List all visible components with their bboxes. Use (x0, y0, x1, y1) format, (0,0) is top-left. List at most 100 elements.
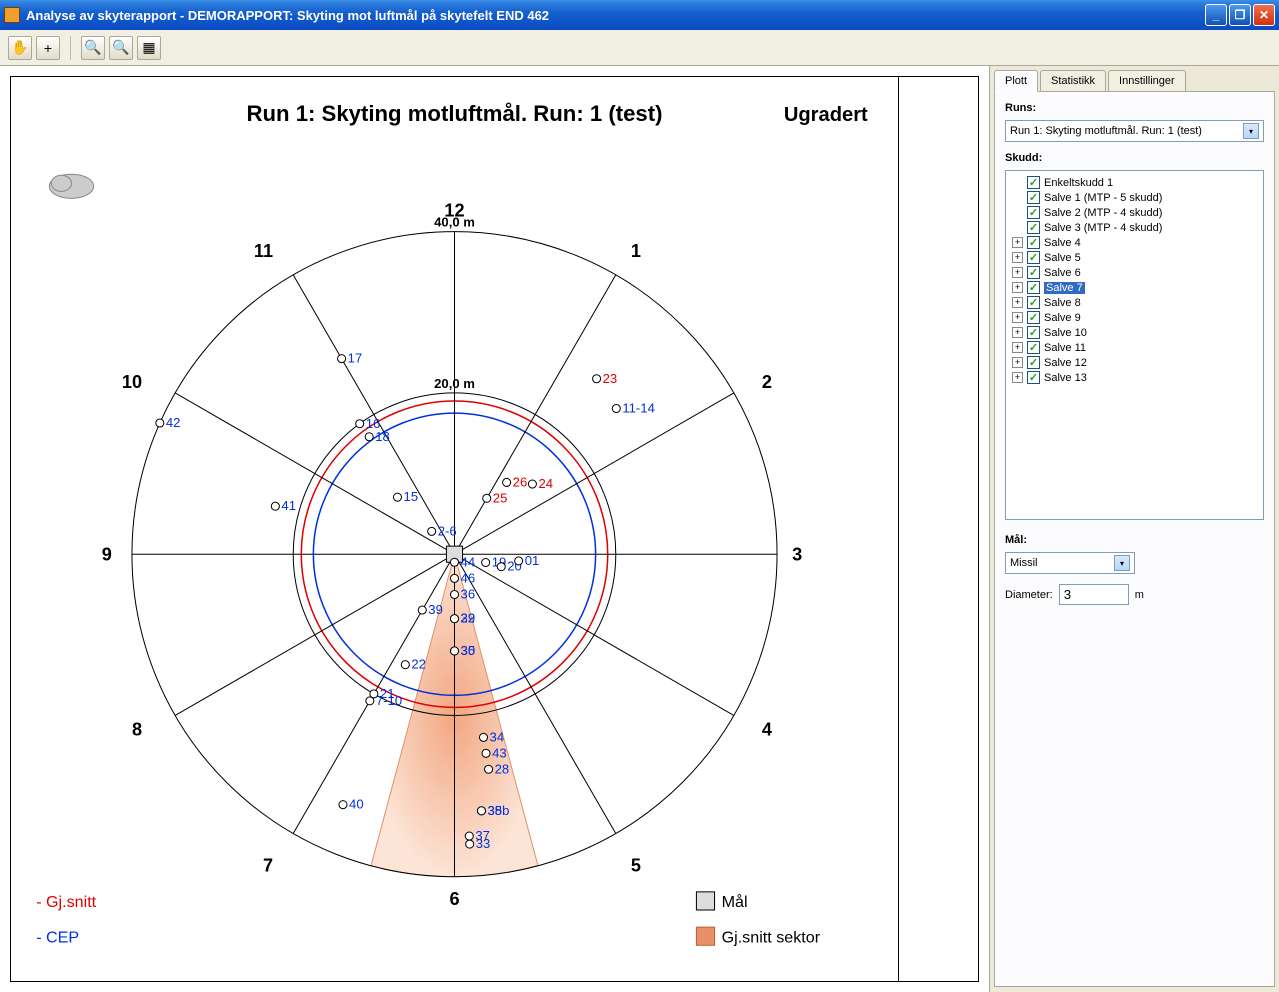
svg-text:46: 46 (461, 570, 476, 585)
tree-item[interactable]: +✓Salve 5 (1010, 250, 1259, 265)
side-panel: Plott Statistikk Innstillinger Runs: Run… (989, 66, 1279, 992)
shot-point[interactable]: 17 (338, 351, 363, 366)
shot-point[interactable]: 25 (483, 490, 508, 505)
shot-point[interactable]: 26 (503, 474, 528, 489)
checkbox[interactable]: ✓ (1027, 236, 1040, 249)
toolbar: ✋ + 🔍 🔍 ▦ (0, 30, 1279, 66)
diameter-unit: m (1135, 589, 1144, 601)
shot-point[interactable]: 2-6 (428, 523, 457, 538)
pan-tool-button[interactable]: ✋ (8, 36, 32, 60)
expand-icon[interactable]: + (1012, 252, 1023, 263)
tab-innstillinger[interactable]: Innstillinger (1108, 70, 1186, 91)
shot-point[interactable]: 42 (156, 415, 181, 430)
checkbox[interactable]: ✓ (1027, 176, 1040, 189)
diameter-input[interactable] (1059, 584, 1129, 605)
expand-icon[interactable]: + (1012, 237, 1023, 248)
polar-chart: Run 1: Skyting motluftmål. Run: 1 (test)… (11, 77, 898, 981)
checkbox[interactable]: ✓ (1027, 281, 1040, 294)
shot-point[interactable]: 22 (401, 657, 426, 672)
svg-text:36: 36 (461, 587, 476, 602)
tree-item[interactable]: +✓Salve 10 (1010, 325, 1259, 340)
tree-item[interactable]: +✓Salve 6 (1010, 265, 1259, 280)
tree-item[interactable]: + ✓ Salve 12 (1010, 355, 1259, 370)
runs-dropdown[interactable]: Run 1: Skyting motluftmål. Run: 1 (test)… (1005, 120, 1264, 142)
skudd-label: Skudd: (1005, 152, 1264, 164)
checkbox[interactable]: ✓ (1027, 266, 1040, 279)
maximize-button[interactable]: ❐ (1229, 4, 1251, 26)
svg-text:3: 3 (792, 544, 802, 564)
svg-text:11: 11 (254, 241, 273, 261)
shot-point[interactable]: 41 (271, 498, 296, 513)
tree-label: Salve 11 (1044, 342, 1086, 354)
tree-item[interactable]: +✓Salve 7 (1010, 280, 1259, 295)
tab-statistikk[interactable]: Statistikk (1040, 70, 1106, 91)
tree-item[interactable]: + ✓ Salve 13 (1010, 370, 1259, 385)
svg-text:5: 5 (631, 856, 641, 876)
expand-icon[interactable]: + (1012, 282, 1023, 293)
tree-item[interactable]: + ✓ Salve 11 (1010, 340, 1259, 355)
tab-plott[interactable]: Plott (994, 70, 1038, 92)
tree-label: Salve 12 (1044, 357, 1087, 369)
svg-text:41: 41 (281, 498, 296, 513)
checkbox[interactable]: ✓ (1027, 311, 1040, 324)
tree-label: Salve 4 (1044, 237, 1081, 249)
checkbox[interactable]: ✓ (1027, 221, 1040, 234)
draw-tool-button[interactable]: ▦ (137, 36, 161, 60)
checkbox[interactable]: ✓ (1027, 341, 1040, 354)
legend-maal: Mål (722, 893, 748, 911)
tree-item[interactable]: + ✓ Salve 4 (1010, 235, 1259, 250)
tree-item[interactable]: ✓Salve 1 (MTP - 5 skudd) (1010, 190, 1259, 205)
chevron-down-icon: ▾ (1114, 555, 1130, 571)
close-button[interactable]: ✕ (1253, 4, 1275, 26)
shot-point[interactable]: 11-14 (612, 401, 655, 416)
checkbox[interactable]: ✓ (1027, 296, 1040, 309)
tree-item[interactable]: ✓Enkeltskudd 1 (1010, 175, 1259, 190)
svg-text:42: 42 (166, 415, 181, 430)
maal-dropdown-value: Missil (1010, 557, 1038, 569)
plot-canvas[interactable]: Run 1: Skyting motluftmål. Run: 1 (test)… (11, 77, 898, 981)
tree-item[interactable]: ✓Salve 3 (MTP - 4 skudd) (1010, 220, 1259, 235)
checkbox[interactable]: ✓ (1027, 191, 1040, 204)
window-controls: _ ❐ ✕ (1205, 4, 1275, 26)
cloud-icon (49, 174, 93, 198)
shot-point[interactable]: 23 (593, 371, 618, 386)
skudd-tree[interactable]: ✓Enkeltskudd 1✓Salve 1 (MTP - 5 skudd)✓S… (1005, 170, 1264, 520)
plot-area: Run 1: Skyting motluftmål. Run: 1 (test)… (0, 66, 989, 992)
checkbox[interactable]: ✓ (1027, 356, 1040, 369)
tabs-row: Plott Statistikk Innstillinger (994, 70, 1275, 91)
crosshair-tool-button[interactable]: + (36, 36, 60, 60)
tree-item[interactable]: +✓Salve 8 (1010, 295, 1259, 310)
runs-label: Runs: (1005, 102, 1264, 114)
zoom-in-button[interactable]: 🔍 (81, 36, 105, 60)
tree-item[interactable]: ✓Salve 2 (MTP - 4 skudd) (1010, 205, 1259, 220)
maal-dropdown[interactable]: Missil ▾ (1005, 552, 1135, 574)
svg-text:01: 01 (525, 553, 540, 568)
svg-text:28: 28 (495, 761, 510, 776)
app-icon (4, 7, 20, 23)
checkbox[interactable]: ✓ (1027, 371, 1040, 384)
svg-text:33: 33 (476, 836, 491, 851)
checkbox[interactable]: ✓ (1027, 251, 1040, 264)
tab-content: Runs: Run 1: Skyting motluftmål. Run: 1 … (994, 91, 1275, 987)
svg-text:39: 39 (428, 602, 443, 617)
expand-icon[interactable]: + (1012, 327, 1023, 338)
shot-point[interactable]: 40 (339, 797, 364, 812)
svg-text:25: 25 (493, 490, 508, 505)
expand-icon[interactable]: + (1012, 357, 1023, 368)
chart-title: Run 1: Skyting motluftmål. Run: 1 (test) (246, 101, 662, 126)
shot-point[interactable]: 24 (528, 476, 553, 491)
expand-icon[interactable]: + (1012, 267, 1023, 278)
shot-point[interactable]: 39 (418, 602, 443, 617)
expand-icon[interactable]: + (1012, 297, 1023, 308)
shot-point[interactable]: 15 (393, 489, 418, 504)
checkbox[interactable]: ✓ (1027, 326, 1040, 339)
expand-icon[interactable]: + (1012, 372, 1023, 383)
expand-icon[interactable]: + (1012, 342, 1023, 353)
svg-text:9: 9 (102, 544, 112, 564)
tree-label: Salve 13 (1044, 372, 1087, 384)
minimize-button[interactable]: _ (1205, 4, 1227, 26)
checkbox[interactable]: ✓ (1027, 206, 1040, 219)
expand-icon[interactable]: + (1012, 312, 1023, 323)
zoom-out-button[interactable]: 🔍 (109, 36, 133, 60)
tree-item[interactable]: +✓Salve 9 (1010, 310, 1259, 325)
